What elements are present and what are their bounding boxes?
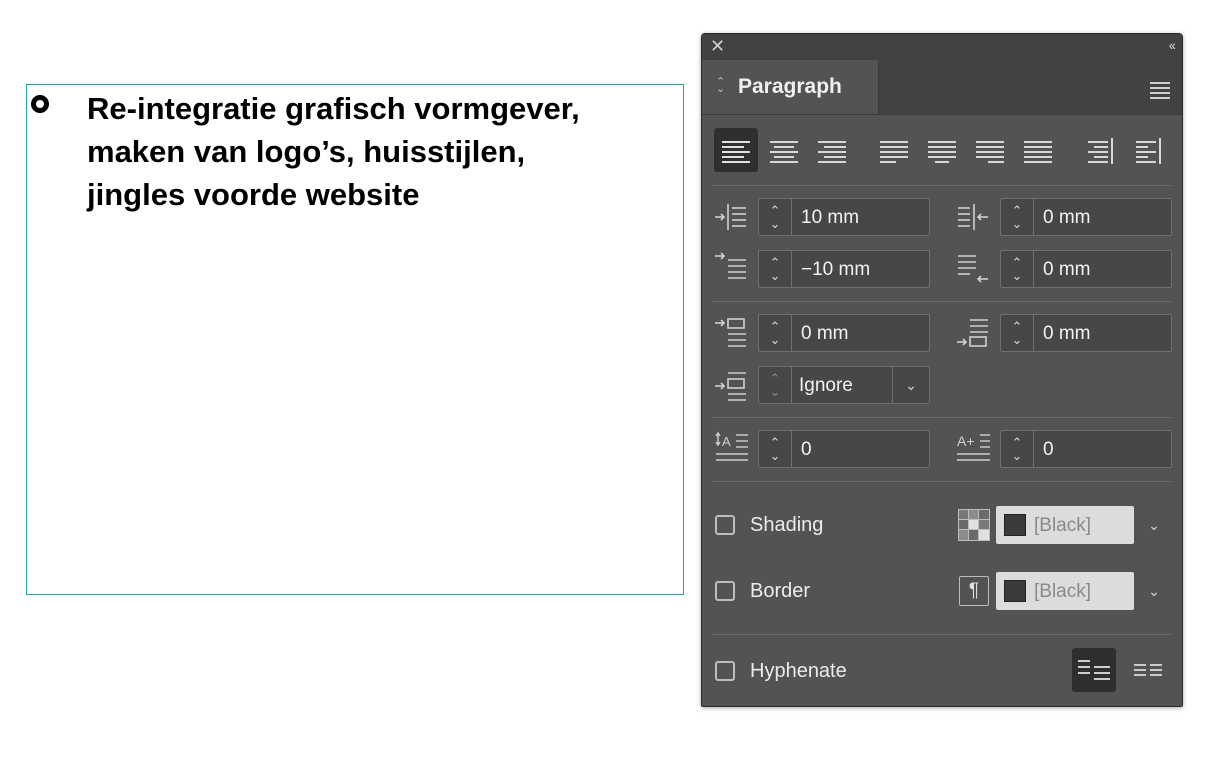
- shading-checkbox[interactable]: [715, 515, 735, 535]
- drop-cap-characters-icon: A+: [957, 433, 990, 461]
- stepper[interactable]: ⌃ ⌄: [759, 199, 792, 235]
- stepper[interactable]: ⌃ ⌄: [759, 315, 792, 351]
- tab-expand-icon: ⌃ ⌄: [716, 76, 726, 95]
- align-to-grid-icon: [715, 372, 746, 401]
- text-line: maken van logo’s, huisstijlen,: [87, 134, 526, 169]
- align-left-button[interactable]: [714, 128, 758, 172]
- separator: [712, 185, 1172, 186]
- shading-label: Shading: [750, 514, 824, 536]
- align-towards-spine-button[interactable]: [1078, 128, 1122, 172]
- justify-left-button[interactable]: [872, 128, 916, 172]
- hyphenate-label: Hyphenate: [750, 660, 847, 682]
- svg-text:A+: A+: [957, 433, 975, 449]
- align-to-grid-select[interactable]: ⌃ ⌄ Ignore ⌄: [758, 366, 930, 404]
- single-line-composer-icon: [1078, 660, 1110, 680]
- stepper[interactable]: ⌃ ⌄: [759, 251, 792, 287]
- justify-right-icon: [976, 141, 1004, 163]
- align-center-icon: [770, 141, 798, 163]
- first-line-indent-icon: [715, 252, 746, 279]
- panel-menu-icon[interactable]: [1150, 82, 1170, 102]
- text-line: jingles voorde website: [87, 177, 420, 212]
- justify-right-button[interactable]: [968, 128, 1012, 172]
- right-indent-field[interactable]: ⌃ ⌄ 0 mm: [1000, 198, 1172, 236]
- first-line-indent-field[interactable]: ⌃ ⌄ −10 mm: [758, 250, 930, 288]
- chevron-down-icon[interactable]: ⌄: [892, 367, 929, 403]
- drop-cap-characters-field[interactable]: ⌃ ⌄ 0: [1000, 430, 1172, 468]
- separator: [712, 634, 1172, 635]
- stepper[interactable]: ⌃ ⌄: [759, 431, 792, 467]
- space-before-icon: [715, 318, 746, 347]
- close-icon[interactable]: ✕: [710, 36, 725, 57]
- stepper[interactable]: ⌃ ⌄: [1001, 315, 1034, 351]
- tab-label: Paragraph: [738, 75, 842, 98]
- color-swatch: [1004, 580, 1026, 602]
- svg-text:A: A: [722, 434, 731, 449]
- tab-paragraph[interactable]: ⌃ ⌄ Paragraph: [702, 60, 879, 114]
- stepper[interactable]: ⌃ ⌄: [1001, 431, 1034, 467]
- color-swatch: [1004, 514, 1026, 536]
- stepper[interactable]: ⌃ ⌄: [1001, 199, 1034, 235]
- last-line-right-indent-field[interactable]: ⌃ ⌄ 0 mm: [1000, 250, 1172, 288]
- justify-all-button[interactable]: [1016, 128, 1060, 172]
- stepper[interactable]: ⌃ ⌄: [1001, 251, 1034, 287]
- separator: [712, 417, 1172, 418]
- left-indent-icon: [715, 204, 746, 230]
- text-frame[interactable]: Re-integratie grafisch vormgever, maken …: [26, 84, 684, 595]
- multi-line-composer-icon: [1134, 664, 1162, 676]
- paragraph-panel: ✕ ‹‹ ⌃ ⌄ Paragraph ⌃ ⌄ 10 mm ⌃ ⌄ 0 mm ⌃ …: [701, 33, 1183, 707]
- border-label: Border: [750, 580, 811, 602]
- align-towards-spine-icon: [1088, 138, 1113, 164]
- single-line-composer-button[interactable]: [1072, 648, 1116, 692]
- align-right-button[interactable]: [810, 128, 854, 172]
- space-before-field[interactable]: ⌃ ⌄ 0 mm: [758, 314, 930, 352]
- justify-center-button[interactable]: [920, 128, 964, 172]
- align-away-spine-button[interactable]: [1126, 128, 1170, 172]
- stepper: ⌃ ⌄: [759, 367, 792, 403]
- multi-line-composer-button[interactable]: [1126, 648, 1170, 692]
- collapse-icon[interactable]: ‹‹: [1169, 37, 1176, 53]
- hyphenate-checkbox[interactable]: [715, 661, 735, 681]
- drop-cap-lines-icon: A: [715, 431, 748, 461]
- justify-center-icon: [928, 141, 956, 163]
- chevron-down-icon[interactable]: ⌄: [1136, 506, 1172, 544]
- text-line: Re-integratie grafisch vormgever,: [87, 91, 580, 126]
- align-away-spine-icon: [1136, 138, 1161, 164]
- panel-titlebar: ✕ ‹‹: [702, 34, 1182, 60]
- separator: [712, 301, 1172, 302]
- bullet-icon: [31, 95, 49, 113]
- right-indent-icon: [958, 204, 988, 230]
- swatch-icon: [958, 509, 990, 541]
- paragraph-text[interactable]: Re-integratie grafisch vormgever, maken …: [87, 87, 677, 216]
- left-indent-field[interactable]: ⌃ ⌄ 10 mm: [758, 198, 930, 236]
- space-after-field[interactable]: ⌃ ⌄ 0 mm: [1000, 314, 1172, 352]
- paragraph-border-icon[interactable]: ¶: [959, 576, 989, 606]
- drop-cap-lines-field[interactable]: ⌃ ⌄ 0: [758, 430, 930, 468]
- space-after-icon: [957, 319, 988, 347]
- justify-left-icon: [880, 141, 908, 163]
- align-right-icon: [818, 141, 846, 163]
- separator: [712, 481, 1172, 482]
- align-left-icon: [722, 141, 750, 163]
- border-checkbox[interactable]: [715, 581, 735, 601]
- justify-all-icon: [1024, 141, 1052, 163]
- border-color-field[interactable]: [Black]: [996, 572, 1134, 610]
- shading-color-field[interactable]: [Black]: [996, 506, 1134, 544]
- chevron-down-icon[interactable]: ⌄: [1136, 572, 1172, 610]
- last-line-right-indent-icon: [958, 255, 988, 283]
- align-center-button[interactable]: [762, 128, 806, 172]
- panel-tabbar: ⌃ ⌄ Paragraph: [702, 60, 1182, 115]
